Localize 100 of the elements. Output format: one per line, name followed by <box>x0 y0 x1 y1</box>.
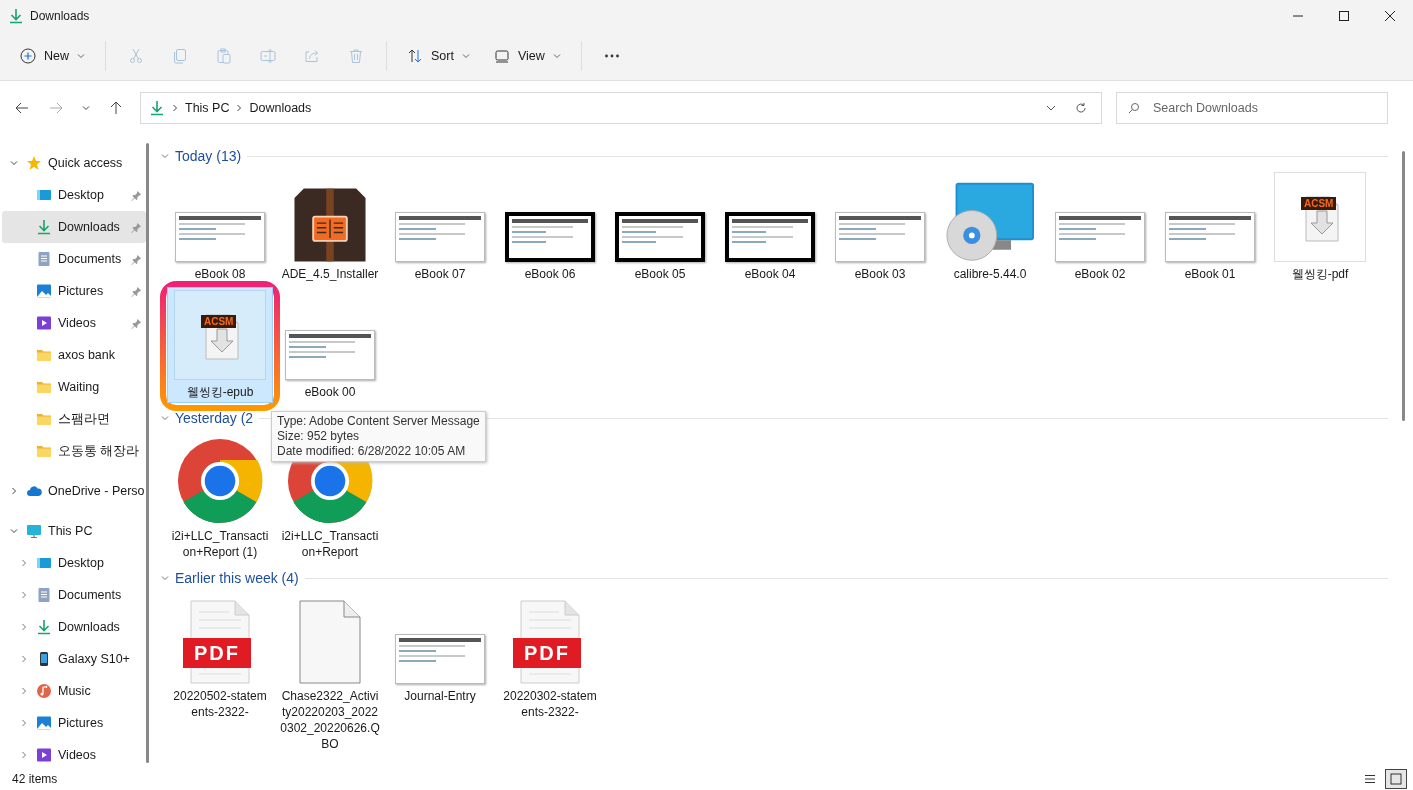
view-button[interactable]: View <box>483 39 571 73</box>
blank-file-icon <box>297 600 363 684</box>
file-name: 웰씽킹-pdf <box>1290 266 1350 282</box>
document-icon <box>36 251 52 267</box>
chevron-right-icon[interactable] <box>20 719 28 727</box>
file-item[interactable]: Journal-Entry <box>387 591 493 707</box>
chevron-icon <box>235 104 244 112</box>
file-item[interactable]: eBook 06 <box>497 169 603 285</box>
file-name: Journal-Entry <box>403 688 477 704</box>
file-item[interactable]: eBook 00 <box>277 287 383 403</box>
sidebar-item[interactable]: OneDrive - Perso <box>2 475 146 507</box>
monitor-icon <box>26 523 42 539</box>
tooltip-line: Size: 952 bytes <box>277 429 361 444</box>
chevron-right-icon[interactable] <box>20 751 28 759</box>
file-name: eBook 00 <box>303 384 357 400</box>
file-item[interactable]: eBook 02 <box>1047 169 1153 285</box>
search-field[interactable]: Search Downloads <box>1116 92 1388 124</box>
file-item[interactable]: PDF 20220502-statements-2322- <box>167 591 273 723</box>
rename-icon <box>260 48 276 64</box>
sort-icon <box>407 48 423 64</box>
file-item[interactable]: eBook 04 <box>717 169 823 285</box>
chevron-right-icon[interactable] <box>20 655 28 663</box>
document-icon <box>36 587 52 603</box>
chevron-right-icon[interactable] <box>20 559 28 567</box>
file-item[interactable]: eBook 03 <box>827 169 933 285</box>
file-name: i2i+LLC_Transaction+Report (1) <box>170 528 270 560</box>
sort-button[interactable]: Sort <box>397 39 480 73</box>
trash-icon <box>348 48 364 64</box>
sidebar-item[interactable]: Videos <box>2 307 146 339</box>
group-header[interactable]: Yesterday (2 <box>175 410 254 426</box>
chrome-icon <box>177 438 263 524</box>
group-header[interactable]: Earlier this week (4) <box>175 570 299 586</box>
close-icon <box>1384 10 1396 22</box>
chevron-right-icon[interactable] <box>20 591 28 599</box>
sidebar-item[interactable]: Videos <box>2 739 146 768</box>
file-name: eBook 08 <box>193 266 247 282</box>
sidebar-item[interactable]: axos bank <box>2 339 146 371</box>
sidebar-item[interactable]: Desktop <box>2 547 146 579</box>
sidebar-item[interactable]: Downloads <box>2 211 146 243</box>
file-item[interactable]: ACSM 웰씽킹-pdf <box>1267 169 1373 285</box>
chevron-down-icon[interactable] <box>161 574 169 582</box>
acsm-file-icon: ACSM <box>174 290 266 380</box>
cloud-icon <box>26 483 42 499</box>
address-bar[interactable]: This PC Downloads <box>140 92 1102 124</box>
breadcrumb-item[interactable]: Downloads <box>249 101 312 115</box>
sidebar-item[interactable]: Pictures <box>2 275 146 307</box>
file-item[interactable]: eBook 08 <box>167 169 273 285</box>
chevron-right-icon[interactable] <box>20 687 28 695</box>
file-name: eBook 04 <box>743 266 797 282</box>
folder-icon <box>36 379 52 395</box>
file-item[interactable]: ACSM 웰씽킹-epub <box>167 287 273 403</box>
folder-icon <box>36 347 52 363</box>
breadcrumb-item[interactable]: This PC <box>185 101 230 115</box>
file-item[interactable]: ADE_4.5_Installer <box>277 169 383 285</box>
sidebar-item[interactable]: 오동통 해장라 <box>2 435 146 467</box>
chevron-right-icon[interactable] <box>10 487 18 495</box>
sidebar-item[interactable]: Documents <box>2 243 146 275</box>
file-item[interactable]: calibre-5.44.0 <box>937 169 1043 285</box>
file-item[interactable]: PDF 20220302-statements-2322- <box>497 591 603 723</box>
chevron-down-icon[interactable] <box>161 414 169 422</box>
sidebar-item[interactable]: Pictures <box>2 707 146 739</box>
chevron-down-icon[interactable] <box>10 527 18 535</box>
square-icon <box>1390 773 1402 785</box>
file-name: calibre-5.44.0 <box>952 266 1028 282</box>
sidebar-item[interactable]: This PC <box>2 515 146 547</box>
tooltip-line: Date modified: 6/28/2022 10:05 AM <box>277 444 467 459</box>
copy-icon <box>172 48 188 64</box>
new-button[interactable]: New <box>10 39 95 73</box>
chevron-right-icon[interactable] <box>20 623 28 631</box>
file-item[interactable]: i2i+LLC_Transaction+Report (1) <box>167 431 273 563</box>
refresh-icon[interactable] <box>1075 102 1087 114</box>
large-icons-view-button[interactable] <box>1385 769 1407 789</box>
download-icon <box>36 219 52 235</box>
picture-icon <box>36 715 52 731</box>
group-header[interactable]: Today (13) <box>175 148 242 164</box>
desktop-icon <box>36 555 52 571</box>
file-item[interactable]: Chase2322_Activity20220203_20220302_20220626.QBO <box>277 591 383 755</box>
file-name: eBook 03 <box>853 266 907 282</box>
file-item[interactable]: eBook 05 <box>607 169 713 285</box>
sidebar-item[interactable]: Galaxy S10+ <box>2 643 146 675</box>
sidebar-item[interactable]: Documents <box>2 579 146 611</box>
star-icon <box>26 155 42 171</box>
sidebar-item[interactable]: Downloads <box>2 611 146 643</box>
maximize-icon <box>1338 10 1350 22</box>
file-item[interactable]: eBook 07 <box>387 169 493 285</box>
file-name: 20220302-statements-2322- <box>502 688 598 720</box>
monitor-disc-icon <box>946 182 1034 262</box>
sidebar-item[interactable]: Quick access <box>2 147 146 179</box>
sidebar-item[interactable]: Music <box>2 675 146 707</box>
file-item[interactable]: eBook 01 <box>1157 169 1263 285</box>
file-name: eBook 01 <box>1183 266 1237 282</box>
window-title: Downloads <box>30 9 90 23</box>
chevron-down-icon[interactable] <box>10 159 18 167</box>
file-name: i2i+LLC_Transaction+Report <box>280 528 380 560</box>
plus-icon <box>20 48 36 64</box>
sidebar-item[interactable]: 스팸라면 <box>2 403 146 435</box>
chevron-down-icon[interactable] <box>161 152 169 160</box>
sidebar-item[interactable]: Desktop <box>2 179 146 211</box>
file-name: eBook 02 <box>1073 266 1127 282</box>
sidebar-item[interactable]: Waiting <box>2 371 146 403</box>
